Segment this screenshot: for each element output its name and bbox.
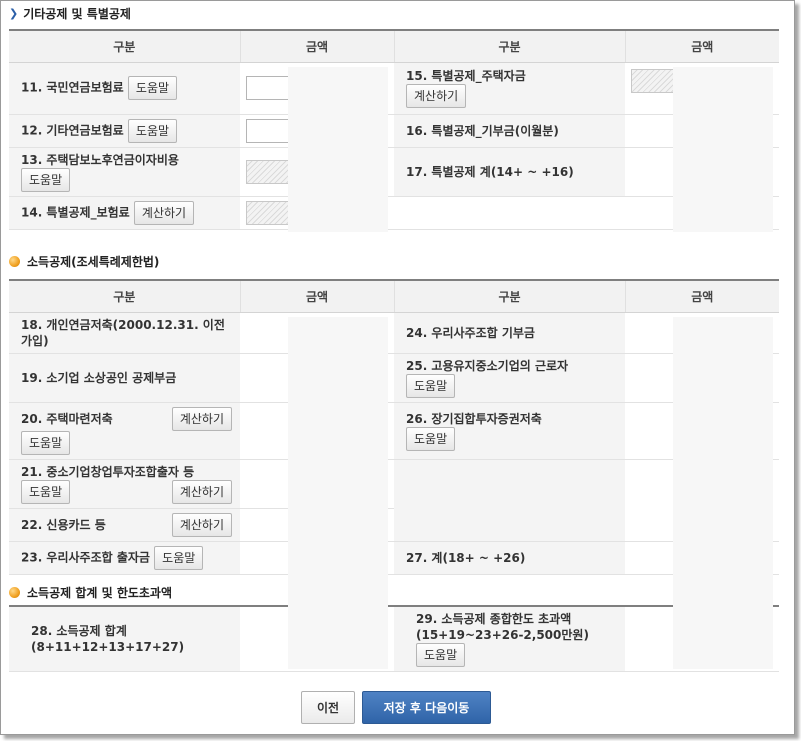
row-label-29: 29. 소득공제 종합한도 초과액(15+19~23+26-2,500만원) 도… xyxy=(394,606,625,672)
help-button[interactable]: 도움말 xyxy=(127,76,178,100)
help-button[interactable]: 도움말 xyxy=(21,430,71,455)
income-deduction-table: 구분 금액 구분 금액 18. 개인연금저축(2000.12.31. 이전 가입… xyxy=(9,279,779,575)
row-label-18: 18. 개인연금저축(2000.12.31. 이전 가입) xyxy=(9,312,240,354)
chevron-right-icon: ❯ xyxy=(9,7,19,20)
row-label-20: 20. 주택마련저축 계산하기 도움말 xyxy=(9,402,240,460)
row-label-12: 12. 기타연금보험료 도움말 xyxy=(9,114,240,148)
save-next-button[interactable]: 저장 후 다음이동 xyxy=(362,691,491,724)
row-label-23: 23. 우리사주조합 출자금 도움말 xyxy=(9,541,240,575)
row-label-19: 19. 소기업 소상공인 공제부금 xyxy=(9,353,240,403)
redacted-area xyxy=(673,67,773,232)
calc-button[interactable]: 계산하기 xyxy=(171,479,232,504)
calc-button[interactable]: 계산하기 xyxy=(133,200,195,225)
col-header-amount: 금액 xyxy=(624,29,779,63)
row-label-11: 11. 국민연금보험료 도움말 xyxy=(9,62,240,115)
row-label-15: 15. 특별공제_주택자금 계산하기 xyxy=(394,62,625,115)
row-label-24: 24. 우리사주조합 기부금 xyxy=(394,312,625,354)
other-deduction-table: 구분 금액 구분 금액 11. 국민연금보험료 도움말 15. 특별공제_주택자… xyxy=(9,29,779,230)
section-title-total: 소득공제 합계 및 한도초과액 xyxy=(9,584,172,601)
bullet-icon xyxy=(9,256,20,267)
row-label-14: 14. 특별공제_보험료 계산하기 xyxy=(9,196,240,230)
redacted-area xyxy=(288,317,388,567)
section-title-income: 소득공제(조세특례제한법) xyxy=(9,253,159,270)
section-title-other: ❯ 기타공제 및 특별공제 xyxy=(9,7,131,21)
prev-button[interactable]: 이전 xyxy=(301,691,355,724)
row-label-17: 17. 특별공제 계(14+ ~ +16) xyxy=(394,147,625,197)
redacted-area xyxy=(288,567,388,669)
redacted-area xyxy=(673,567,773,669)
row-label-27: 27. 계(18+ ~ +26) xyxy=(394,541,625,575)
col-header-gubun: 구분 xyxy=(9,29,240,63)
help-button[interactable]: 도움말 xyxy=(21,167,71,192)
form-window: ❯ 기타공제 및 특별공제 구분 금액 구분 금액 11. 국민연금보험료 도움… xyxy=(0,0,795,735)
total-table: 28. 소득공제 합계(8+11+12+13+17+27) 29. 소득공제 종… xyxy=(9,605,779,672)
row-label-25: 25. 고용유지중소기업의 근로자 도움말 xyxy=(394,353,625,403)
row-label-22: 22. 신용카드 등 계산하기 xyxy=(9,508,240,542)
row-label-13: 13. 주택담보노후연금이자비용 도움말 xyxy=(9,147,240,197)
help-button[interactable]: 도움말 xyxy=(406,426,456,451)
help-button[interactable]: 도움말 xyxy=(416,643,466,667)
calc-button[interactable]: 계산하기 xyxy=(171,406,232,431)
help-button[interactable]: 도움말 xyxy=(154,545,204,570)
help-button[interactable]: 도움말 xyxy=(406,373,456,398)
row-label-21: 21. 중소기업창업투자조합출자 등 도움말 계산하기 xyxy=(9,459,240,509)
help-button[interactable]: 도움말 xyxy=(21,479,71,504)
col-header-amount: 금액 xyxy=(624,279,779,313)
col-header-amount: 금액 xyxy=(239,279,394,313)
row-label-16: 16. 특별공제_기부금(이월분) xyxy=(394,114,625,148)
col-header-gubun: 구분 xyxy=(393,29,625,63)
bullet-icon xyxy=(9,587,20,598)
col-header-gubun: 구분 xyxy=(9,279,240,313)
row-label-26: 26. 장기집합투자증권저축 도움말 xyxy=(394,402,625,460)
redacted-area xyxy=(288,67,388,232)
col-header-amount: 금액 xyxy=(239,29,394,63)
redacted-area xyxy=(673,317,773,567)
calc-button[interactable]: 계산하기 xyxy=(171,512,232,537)
calc-button[interactable]: 계산하기 xyxy=(406,84,467,108)
row-label-28: 28. 소득공제 합계(8+11+12+13+17+27) xyxy=(9,606,240,672)
col-header-gubun: 구분 xyxy=(393,279,625,313)
help-button[interactable]: 도움말 xyxy=(127,118,178,143)
